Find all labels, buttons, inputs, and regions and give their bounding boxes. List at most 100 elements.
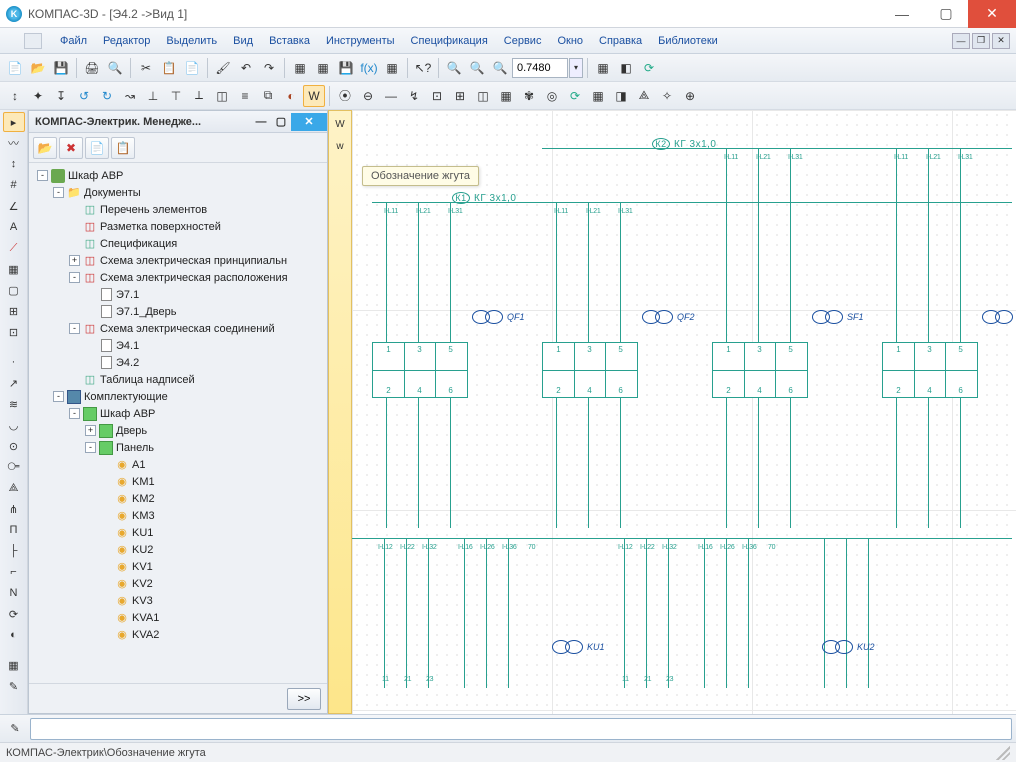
menu-service[interactable]: Сервис <box>498 32 548 50</box>
command-input[interactable] <box>30 718 1012 740</box>
tb-btn[interactable]: ⊡ <box>426 85 448 107</box>
expand-button[interactable]: + <box>85 425 96 436</box>
expand-button[interactable]: >> <box>287 688 321 710</box>
maximize-button[interactable]: ▢ <box>924 0 968 28</box>
tb-btn[interactable]: ▦ <box>587 85 609 107</box>
preview-button[interactable]: 🔍 <box>104 57 126 79</box>
tb-btn[interactable]: ⧉ <box>257 85 279 107</box>
zoom-dropdown-button[interactable]: ▾ <box>569 58 583 78</box>
lt-btn[interactable]: ▦ <box>3 259 25 279</box>
lt-btn[interactable]: ⋔ <box>3 499 25 519</box>
redo-button[interactable]: ↷ <box>258 57 280 79</box>
fx-button[interactable]: f(x) <box>358 57 380 79</box>
tb-btn[interactable]: ↺ <box>73 85 95 107</box>
save-button[interactable]: 💾 <box>50 57 72 79</box>
strip-btn-1[interactable]: W <box>331 115 349 133</box>
undo-button[interactable]: ↶ <box>235 57 257 79</box>
lt-btn[interactable]: ├ <box>3 541 25 561</box>
lt-btn[interactable]: ≋ <box>3 394 25 414</box>
expand-button[interactable]: - <box>69 323 80 334</box>
tb-btn[interactable]: ▦ <box>592 57 614 79</box>
tree-node[interactable]: Э7.1 <box>33 286 325 303</box>
lt-cursor[interactable]: ▸ <box>3 112 25 132</box>
copy-button[interactable]: 📋 <box>158 57 180 79</box>
tb-btn[interactable]: ↧ <box>50 85 72 107</box>
lt-btn[interactable]: A <box>3 217 25 237</box>
tree-node[interactable]: -Шкаф АВР <box>33 405 325 422</box>
zoom-input[interactable] <box>512 58 568 78</box>
lt-btn[interactable]: Π <box>3 520 25 540</box>
close-button[interactable]: ✕ <box>968 0 1016 28</box>
lt-btn[interactable]: ▢ <box>3 280 25 300</box>
delete-button[interactable]: ✖ <box>59 137 83 159</box>
tree-node[interactable]: ◉KV3 <box>33 592 325 609</box>
new-item-button[interactable]: 📄 <box>85 137 109 159</box>
lt-btn[interactable]: ∠ <box>3 196 25 216</box>
menu-spec[interactable]: Спецификация <box>405 32 494 50</box>
lt-btn[interactable]: ⌐ <box>3 562 25 582</box>
tree-node[interactable]: -◫Схема электрическая расположения <box>33 269 325 286</box>
tb-btn[interactable]: ✾ <box>518 85 540 107</box>
menu-window[interactable]: Окно <box>551 32 589 50</box>
menu-libs[interactable]: Библиотеки <box>652 32 724 50</box>
tree-node[interactable]: -Комплектующие <box>33 388 325 405</box>
drawing-canvas[interactable]: Обозначение жгута К1КГ 3х1,0К2КГ 3х1,0I-… <box>352 110 1016 714</box>
open-folder-button[interactable]: 📂 <box>33 137 57 159</box>
minimize-button[interactable]: — <box>880 0 924 28</box>
tb-btn[interactable]: ⦿ <box>334 85 356 107</box>
refresh-button[interactable]: ⟳ <box>638 57 660 79</box>
save2-button[interactable]: 💾 <box>335 57 357 79</box>
tb-btn[interactable]: ◫ <box>211 85 233 107</box>
tree-node[interactable]: ◉KV1 <box>33 558 325 575</box>
tb-btn[interactable]: ↕ <box>4 85 26 107</box>
strip-btn-2[interactable]: w <box>331 137 349 155</box>
tb-btn[interactable]: ⟳ <box>564 85 586 107</box>
expand-button[interactable]: - <box>37 170 48 181</box>
doc-minimize-button[interactable]: — <box>952 33 970 49</box>
panel-close-button[interactable]: ✕ <box>291 113 327 131</box>
zoom-in-button[interactable]: 🔍 <box>466 57 488 79</box>
tree-node[interactable]: ◉KM2 <box>33 490 325 507</box>
tb-btn[interactable]: ⊥ <box>142 85 164 107</box>
wire-label-button[interactable]: W <box>303 85 325 107</box>
lt-btn[interactable]: N <box>3 583 25 603</box>
tree-node[interactable]: +◫Схема электрическая принципиальн <box>33 252 325 269</box>
tb-btn[interactable]: ⊤ <box>165 85 187 107</box>
project-tree[interactable]: -Шкаф АВР-📁Документы◫Перечень элементов◫… <box>29 163 327 683</box>
lt-btn[interactable]: ⧃ <box>3 457 25 477</box>
lt-btn[interactable]: 〰 <box>3 133 25 153</box>
tree-node[interactable]: Э7.1_Дверь <box>33 303 325 320</box>
tb-btn[interactable]: ⊞ <box>449 85 471 107</box>
tb-btn[interactable]: ▦ <box>289 57 311 79</box>
lt-btn[interactable]: ◡ <box>3 415 25 435</box>
lt-btn[interactable]: # <box>3 175 25 195</box>
tree-node[interactable]: ◉KV2 <box>33 575 325 592</box>
lt-btn[interactable]: ✎ <box>3 676 25 696</box>
tree-node[interactable]: -Шкаф АВР <box>33 167 325 184</box>
tb-btn[interactable]: ⊖ <box>357 85 379 107</box>
tb-btn[interactable]: — <box>380 85 402 107</box>
lt-btn[interactable]: ⊙ <box>3 436 25 456</box>
tree-node[interactable]: Э4.1 <box>33 337 325 354</box>
cut-button[interactable]: ✂ <box>135 57 157 79</box>
lt-btn[interactable]: ↕ <box>3 154 25 174</box>
panel-minimize-button[interactable]: — <box>251 113 271 131</box>
tb-btn[interactable]: ⟁ <box>633 85 655 107</box>
brush-button[interactable]: 🖌 <box>212 57 234 79</box>
menu-editor[interactable]: Редактор <box>97 32 156 50</box>
menu-tools[interactable]: Инструменты <box>320 32 401 50</box>
tb-btn[interactable]: ◐ <box>280 85 302 107</box>
tree-node[interactable]: ◉KM1 <box>33 473 325 490</box>
paste-button[interactable]: 📄 <box>181 57 203 79</box>
open-button[interactable]: 📂 <box>27 57 49 79</box>
tree-node[interactable]: ◫Таблица надписей <box>33 371 325 388</box>
expand-button[interactable]: - <box>69 272 80 283</box>
tb-btn[interactable]: ⊕ <box>679 85 701 107</box>
lt-btn[interactable]: ↗ <box>3 373 25 393</box>
tb-btn[interactable]: ◎ <box>541 85 563 107</box>
expand-button[interactable]: - <box>69 408 80 419</box>
expand-button[interactable]: - <box>53 187 64 198</box>
tb-btn[interactable]: ⟂ <box>188 85 210 107</box>
tb-btn[interactable]: ✦ <box>27 85 49 107</box>
lt-btn[interactable]: ⟳ <box>3 604 25 624</box>
